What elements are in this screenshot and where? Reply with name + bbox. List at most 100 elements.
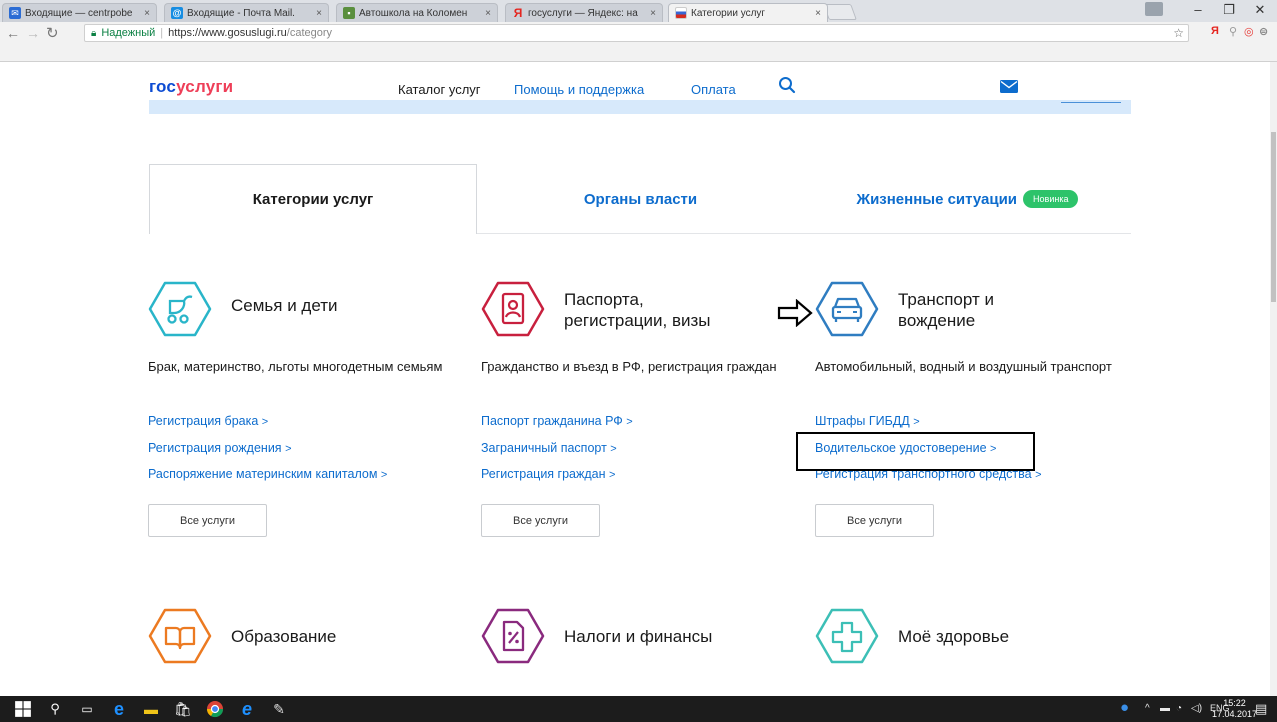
tabs-divider [477, 233, 1131, 234]
tab-categories[interactable]: Категории услуг [149, 164, 477, 234]
forward-arrow-icon[interactable]: → [26, 25, 40, 41]
category-transport-title[interactable]: Транспорт и вождение [898, 289, 994, 331]
browser-tab-driving-school[interactable]: ▪ Автошкола на Коломен × [336, 3, 498, 22]
notifications-icon[interactable]: ▤ [1255, 701, 1267, 717]
yandex-extension-icon[interactable]: Я [1211, 25, 1219, 37]
all-services-button[interactable]: Все услуги [815, 504, 934, 537]
browser-tab-categories[interactable]: Категории услуг × [668, 3, 828, 22]
tab-title: Входящие — centrpobe [25, 7, 133, 19]
maximize-button[interactable]: ❐ [1214, 2, 1244, 18]
scrollbar-thumb[interactable] [1271, 132, 1276, 302]
link-citizen-registration[interactable]: Регистрация граждан > [481, 464, 633, 491]
windows-start-icon[interactable] [14, 700, 32, 718]
search-icon[interactable]: ⚲ [46, 700, 64, 718]
baby-stroller-icon[interactable] [148, 277, 212, 341]
bookmark-star-icon[interactable]: ☆ [1173, 26, 1184, 40]
url-host: https://www.gosuslugi.ru [168, 27, 287, 39]
reload-icon[interactable]: ↻ [46, 24, 59, 42]
nav-payment-link[interactable]: Оплата [691, 82, 736, 97]
chevron-right-icon: > [609, 469, 616, 481]
language-indicator[interactable]: ENG [1210, 703, 1230, 713]
link-label: Регистрация брака [148, 414, 259, 428]
tab-title: госуслуги — Яндекс: на [528, 7, 638, 19]
link-russian-passport[interactable]: Паспорт гражданина РФ > [481, 411, 633, 438]
chrome-icon[interactable] [206, 700, 224, 718]
address-bar[interactable]: 🔒︎ Надежный | https://www.gosuslugi.ru /… [84, 24, 1189, 42]
extension-icon[interactable]: ⊜ [1259, 25, 1268, 38]
link-foreign-passport[interactable]: Заграничный паспорт > [481, 438, 633, 465]
category-taxes-title[interactable]: Налоги и финансы [564, 626, 712, 647]
category-education-title[interactable]: Образование [231, 626, 336, 647]
network-icon[interactable]: ◔ [1176, 703, 1182, 714]
banner-strip [149, 100, 1131, 114]
tab-close-icon[interactable]: × [815, 8, 821, 19]
close-window-button[interactable]: ✕ [1245, 2, 1275, 18]
browser-tab-yandex-search[interactable]: Я госуслуги — Яндекс: на × [505, 3, 663, 22]
category-transport-description: Автомобильный, водный и воздушный трансп… [815, 359, 1112, 374]
title-line-1: Транспорт и [898, 290, 994, 309]
category-health: Моё здоровье [815, 604, 1135, 668]
title-line-1: Паспорта, [564, 290, 644, 309]
task-view-icon[interactable]: ▭ [78, 700, 96, 718]
tab-categories-label: Категории услуг [252, 191, 374, 208]
tab-authorities[interactable]: Органы власти [477, 164, 804, 234]
volume-icon[interactable]: ◁) [1191, 703, 1202, 714]
logo-part-1: гос [149, 77, 177, 96]
internet-explorer-icon[interactable]: e [238, 699, 256, 719]
mail-icon[interactable] [1000, 80, 1018, 93]
tax-document-icon[interactable] [481, 604, 545, 668]
battery-icon[interactable]: ▬ [1160, 703, 1170, 714]
category-tabs: Категории услуг Органы власти Жизненные … [149, 164, 1131, 234]
category-passports-title[interactable]: Паспорта, регистрации, визы [564, 289, 711, 331]
chevron-right-icon: > [626, 416, 633, 428]
page-scrollbar[interactable] [1270, 62, 1277, 696]
browser-tab-mail-inbox[interactable]: ✉ Входящие — centrpobe × [2, 3, 157, 22]
search-icon[interactable] [778, 76, 796, 94]
lock-icon: 🔒︎ [91, 27, 97, 39]
link-label: Штрафы ГИБДД [815, 414, 910, 428]
all-services-button[interactable]: Все услуги [148, 504, 267, 537]
target-extension-icon[interactable]: ◎ [1244, 25, 1254, 38]
url-path: /category [286, 27, 333, 39]
tab-close-icon[interactable]: × [316, 8, 322, 19]
minimize-button[interactable]: – [1183, 2, 1213, 17]
nav-help-link[interactable]: Помощь и поддержка [514, 82, 644, 97]
gosuslugi-logo[interactable]: госуслуги [149, 77, 233, 97]
passport-icon[interactable] [481, 277, 545, 341]
new-tab-button[interactable] [823, 4, 857, 20]
tab-close-icon[interactable]: × [650, 8, 656, 19]
tab-close-icon[interactable]: × [144, 8, 150, 19]
translate-extension-icon[interactable]: ⚲ [1229, 25, 1237, 38]
tab-authorities-label: Органы власти [583, 190, 698, 208]
link-marriage-registration[interactable]: Регистрация брака > [148, 411, 387, 438]
tab-life-situations-label: Жизненные ситуации [856, 190, 1018, 208]
tab-title: Автошкола на Коломен [359, 7, 468, 19]
category-health-title[interactable]: Моё здоровье [898, 626, 1009, 647]
link-birth-registration[interactable]: Регистрация рождения > [148, 438, 387, 465]
file-explorer-icon[interactable]: ▬ [142, 700, 160, 718]
link-maternity-capital[interactable]: Распоряжение материнским капиталом > [148, 464, 387, 491]
store-icon[interactable]: 🛍︎ [174, 700, 192, 718]
car-icon[interactable] [815, 277, 879, 341]
paint-icon[interactable]: ✎ [270, 700, 288, 718]
all-services-button[interactable]: Все услуги [481, 504, 600, 537]
category-family: Семья и дети Брак, материнство, льготы м… [148, 277, 468, 537]
link-label: Паспорт гражданина РФ [481, 414, 623, 428]
chevron-right-icon: > [285, 442, 292, 455]
chevron-right-icon: > [261, 416, 269, 428]
nav-catalog-link[interactable]: Каталог услуг [398, 82, 481, 97]
tray-expand-icon[interactable]: ^ [1145, 703, 1150, 714]
tab-life-situations[interactable]: Жизненные ситуации Новинка [804, 164, 1131, 234]
book-icon[interactable] [148, 604, 212, 668]
annotation-highlight-box [796, 432, 1035, 471]
browser-tab-mail-ru[interactable]: @ Входящие - Почта Mail. × [164, 3, 329, 22]
tray-app-icon[interactable]: ● [1120, 699, 1129, 716]
chevron-right-icon: > [610, 442, 617, 455]
back-arrow-icon[interactable]: ← [6, 25, 20, 41]
tab-close-icon[interactable]: × [485, 8, 491, 19]
category-family-links: Регистрация брака > Регистрация рождения… [148, 411, 387, 491]
edge-browser-icon[interactable]: e [110, 699, 128, 719]
category-family-title[interactable]: Семья и дети [231, 295, 338, 316]
profile-icon[interactable] [1145, 2, 1163, 16]
medical-cross-icon[interactable] [815, 604, 879, 668]
